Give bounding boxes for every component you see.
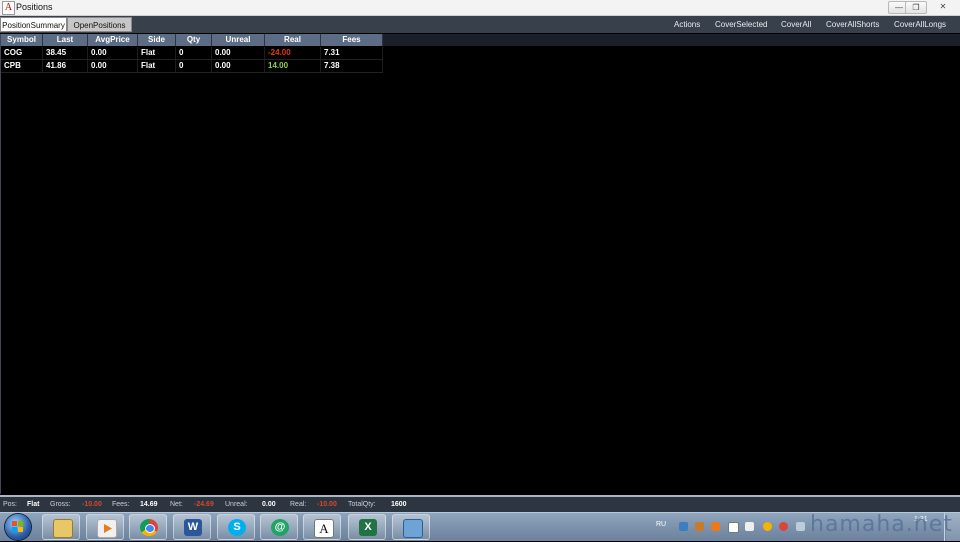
tab-toolbar: PositionSummary OpenPositions Actions Co…: [0, 16, 960, 33]
cell-side: Flat: [138, 60, 176, 72]
start-button[interactable]: [5, 514, 31, 540]
taskbar-generic-app[interactable]: [392, 514, 430, 540]
cell-unreal: 0.00: [212, 60, 265, 72]
cell-last: 41.86: [43, 60, 88, 72]
tray-icon[interactable]: [711, 522, 720, 531]
status-real-label: Real:: [290, 501, 307, 508]
cell-qty: 0: [176, 60, 212, 72]
cell-last: 38.45: [43, 47, 88, 59]
cell-avgprice: 0.00: [88, 47, 138, 59]
taskbar-word[interactable]: W: [173, 514, 211, 540]
cell-side: Flat: [138, 47, 176, 59]
close-button[interactable]: ✕: [931, 1, 955, 12]
network-icon[interactable]: [796, 522, 805, 531]
at-sign-app-icon: @: [271, 519, 289, 536]
excel-icon: X: [359, 519, 377, 536]
generic-app-icon: [403, 519, 423, 538]
column-header-fees[interactable]: Fees: [321, 34, 383, 46]
status-unreal-label: Unreal:: [225, 501, 248, 508]
table-row[interactable]: COG 38.45 0.00 Flat 0 0.00 -24.00 7.31: [1, 47, 960, 59]
tab-open-positions[interactable]: OpenPositions: [67, 17, 132, 32]
table-row[interactable]: CPB 41.86 0.00 Flat 0 0.00 14.00 7.38: [1, 60, 960, 72]
cell-real: 14.00: [265, 60, 321, 72]
cell-avgprice: 0.00: [88, 60, 138, 72]
cell-symbol: CPB: [1, 60, 43, 72]
status-net-label: Net:: [170, 501, 183, 508]
column-header-real[interactable]: Real: [265, 34, 321, 46]
window-title: Positions: [16, 2, 53, 12]
status-net-value: -24.69: [194, 501, 214, 508]
chrome-icon: [140, 519, 158, 536]
summary-status-bar: Pos: Flat Gross: -10.00 Fees: 14.69 Net:…: [0, 495, 960, 512]
status-totalqty-value: 1600: [391, 501, 407, 508]
row-divider: [1, 72, 383, 73]
column-header-unreal[interactable]: Unreal: [212, 34, 265, 46]
column-header-last[interactable]: Last: [43, 34, 88, 46]
windows-logo-icon: [12, 521, 24, 533]
taskbar-trading-app[interactable]: A: [303, 514, 341, 540]
positions-grid[interactable]: Symbol Last AvgPrice Side Qty Unreal Rea…: [0, 34, 960, 494]
grid-header: Symbol Last AvgPrice Side Qty Unreal Rea…: [1, 34, 383, 46]
tray-icon[interactable]: [779, 522, 788, 531]
tray-icon[interactable]: [679, 522, 688, 531]
tray-icon[interactable]: [763, 522, 772, 531]
tab-position-summary[interactable]: PositionSummary: [0, 17, 67, 32]
volume-icon[interactable]: [745, 522, 754, 531]
watermark: hamaha.net: [810, 512, 953, 537]
language-indicator[interactable]: RU: [656, 521, 666, 528]
column-header-qty[interactable]: Qty: [176, 34, 212, 46]
menu-cover-selected[interactable]: CoverSelected: [715, 16, 767, 33]
word-icon: W: [184, 519, 202, 536]
menu-cover-all-shorts[interactable]: CoverAllShorts: [826, 16, 879, 33]
cell-fees: 7.31: [321, 47, 383, 59]
skype-icon: S: [228, 519, 246, 536]
menu-cover-all-longs[interactable]: CoverAllLongs: [894, 16, 946, 33]
column-header-symbol[interactable]: Symbol: [1, 34, 43, 46]
taskbar-excel[interactable]: X: [348, 514, 386, 540]
taskbar-media-player[interactable]: [86, 514, 124, 540]
status-totalqty-label: TotalQty:: [348, 501, 376, 508]
cell-symbol: COG: [1, 47, 43, 59]
media-player-icon: [97, 519, 117, 538]
taskbar-explorer[interactable]: [42, 514, 80, 540]
column-header-side[interactable]: Side: [138, 34, 176, 46]
status-fees-value: 14.69: [140, 501, 158, 508]
tray-icon[interactable]: [728, 522, 739, 533]
menu-cover-all[interactable]: CoverAll: [781, 16, 811, 33]
tray-icon[interactable]: [695, 522, 704, 531]
status-pos-value: Flat: [27, 501, 40, 508]
restore-button[interactable]: ❐: [905, 1, 927, 14]
status-pos-label: Pos:: [3, 501, 18, 508]
explorer-icon: [53, 519, 73, 538]
cell-fees: 7.38: [321, 60, 383, 72]
column-header-avgprice[interactable]: AvgPrice: [88, 34, 138, 46]
cell-qty: 0: [176, 47, 212, 59]
menu-actions[interactable]: Actions: [674, 16, 700, 33]
status-fees-label: Fees:: [112, 501, 130, 508]
grid-header-filler: [383, 34, 960, 46]
status-gross-value: -10.00: [82, 501, 102, 508]
taskbar-at-app[interactable]: @: [260, 514, 298, 540]
status-gross-label: Gross:: [50, 501, 71, 508]
cell-unreal: 0.00: [212, 47, 265, 59]
title-bar: A Positions — ❐ ✕: [0, 0, 960, 16]
status-real-value: -10.00: [317, 501, 337, 508]
status-unreal-value: 0.00: [262, 501, 276, 508]
cell-real: -24.00: [265, 47, 321, 59]
taskbar-chrome[interactable]: [129, 514, 167, 540]
app-logo-icon: A: [2, 1, 15, 15]
trading-app-icon: A: [314, 519, 334, 538]
taskbar-skype[interactable]: S: [217, 514, 255, 540]
